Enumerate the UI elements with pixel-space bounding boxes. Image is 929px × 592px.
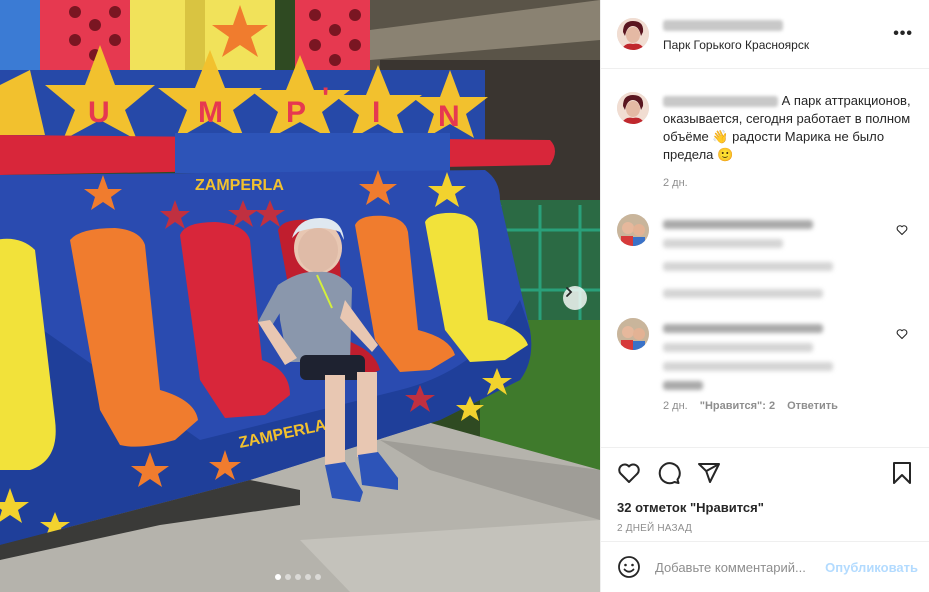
like-comment-button[interactable]: [896, 328, 908, 343]
carousel-dot: [285, 574, 291, 580]
next-slide-button[interactable]: [563, 286, 587, 310]
comment-item: 2 дн. "Нравится": 2 Ответить: [617, 318, 914, 412]
comment-text-blurred: [663, 324, 823, 333]
caption-avatar[interactable]: [617, 92, 649, 124]
like-button[interactable]: [617, 461, 641, 485]
emoji-button[interactable]: [617, 555, 641, 579]
post-side-panel: Парк Горького Красноярск ••• А парк аттр…: [600, 0, 929, 592]
author-avatar[interactable]: [617, 18, 649, 50]
post-header: Парк Горького Красноярск •••: [601, 0, 929, 69]
like-comment-button[interactable]: [896, 224, 908, 239]
post-actions: 32 отметок "Нравится" 2 ДНЕЙ НАЗАД: [601, 447, 929, 534]
save-button[interactable]: [890, 461, 914, 485]
carousel-dot: [305, 574, 311, 580]
sign-letter: ': [322, 82, 329, 115]
comments-section: А парк аттракционов, оказывается, сегодн…: [601, 70, 929, 446]
post-caption: А парк аттракционов, оказывается, сегодн…: [617, 92, 914, 192]
caption-username[interactable]: [663, 96, 778, 108]
comment-input[interactable]: [655, 559, 826, 575]
author-username[interactable]: [663, 19, 783, 31]
comment-meta-blurred: [663, 262, 833, 271]
view-replies-blurred[interactable]: [663, 289, 823, 298]
comment-timestamp[interactable]: 2 дн.: [663, 400, 688, 412]
sign-letter: I: [372, 96, 380, 129]
heart-icon: [618, 463, 640, 483]
heart-icon: [896, 329, 908, 340]
share-button[interactable]: [697, 461, 721, 485]
instagram-post: U M P ' I N ZAMPERLA ZAMPERLA Парк Горьк…: [0, 0, 929, 592]
more-icon: •••: [893, 25, 913, 42]
photo-illustration: U M P ' I N ZAMPERLA ZAMPERLA: [0, 0, 600, 592]
carousel-dot: [315, 574, 321, 580]
ride-brand-top: ZAMPERLA: [195, 177, 284, 194]
comment-item: [617, 214, 914, 308]
post-date[interactable]: 2 ДНЕЙ НАЗАД: [617, 523, 914, 534]
comment-likes-count[interactable]: "Нравится": 2: [700, 400, 775, 412]
heart-icon: [896, 225, 908, 236]
caption-timestamp[interactable]: 2 дн.: [663, 174, 914, 192]
publish-button[interactable]: Опубликовать: [825, 560, 918, 575]
sign-letter: M: [198, 96, 223, 129]
likes-count[interactable]: 32 отметок "Нравится": [617, 500, 914, 515]
sign-letter: U: [88, 96, 110, 129]
comment-meta: 2 дн. "Нравится": 2 Ответить: [663, 400, 914, 412]
commenter-avatar[interactable]: [617, 214, 649, 246]
comment-icon: [658, 462, 681, 485]
more-options-button[interactable]: •••: [893, 25, 913, 43]
carousel-dot: [295, 574, 301, 580]
post-photo[interactable]: U M P ' I N ZAMPERLA ZAMPERLA: [0, 0, 600, 592]
emoji-icon: [618, 556, 640, 578]
chevron-right-icon: [566, 287, 573, 297]
bookmark-icon: [893, 462, 911, 484]
comment-button[interactable]: [657, 461, 681, 485]
commenter-avatar[interactable]: [617, 318, 649, 350]
reply-button[interactable]: Ответить: [787, 400, 838, 412]
share-icon: [698, 463, 720, 483]
add-comment-bar: Опубликовать: [601, 541, 929, 592]
comment-text-blurred: [663, 220, 813, 229]
sign-letter: N: [438, 100, 460, 133]
carousel-dot: [275, 574, 281, 580]
sign-letter: P: [286, 96, 306, 129]
carousel-indicator: [275, 574, 321, 580]
post-location[interactable]: Парк Горького Красноярск: [663, 38, 893, 52]
